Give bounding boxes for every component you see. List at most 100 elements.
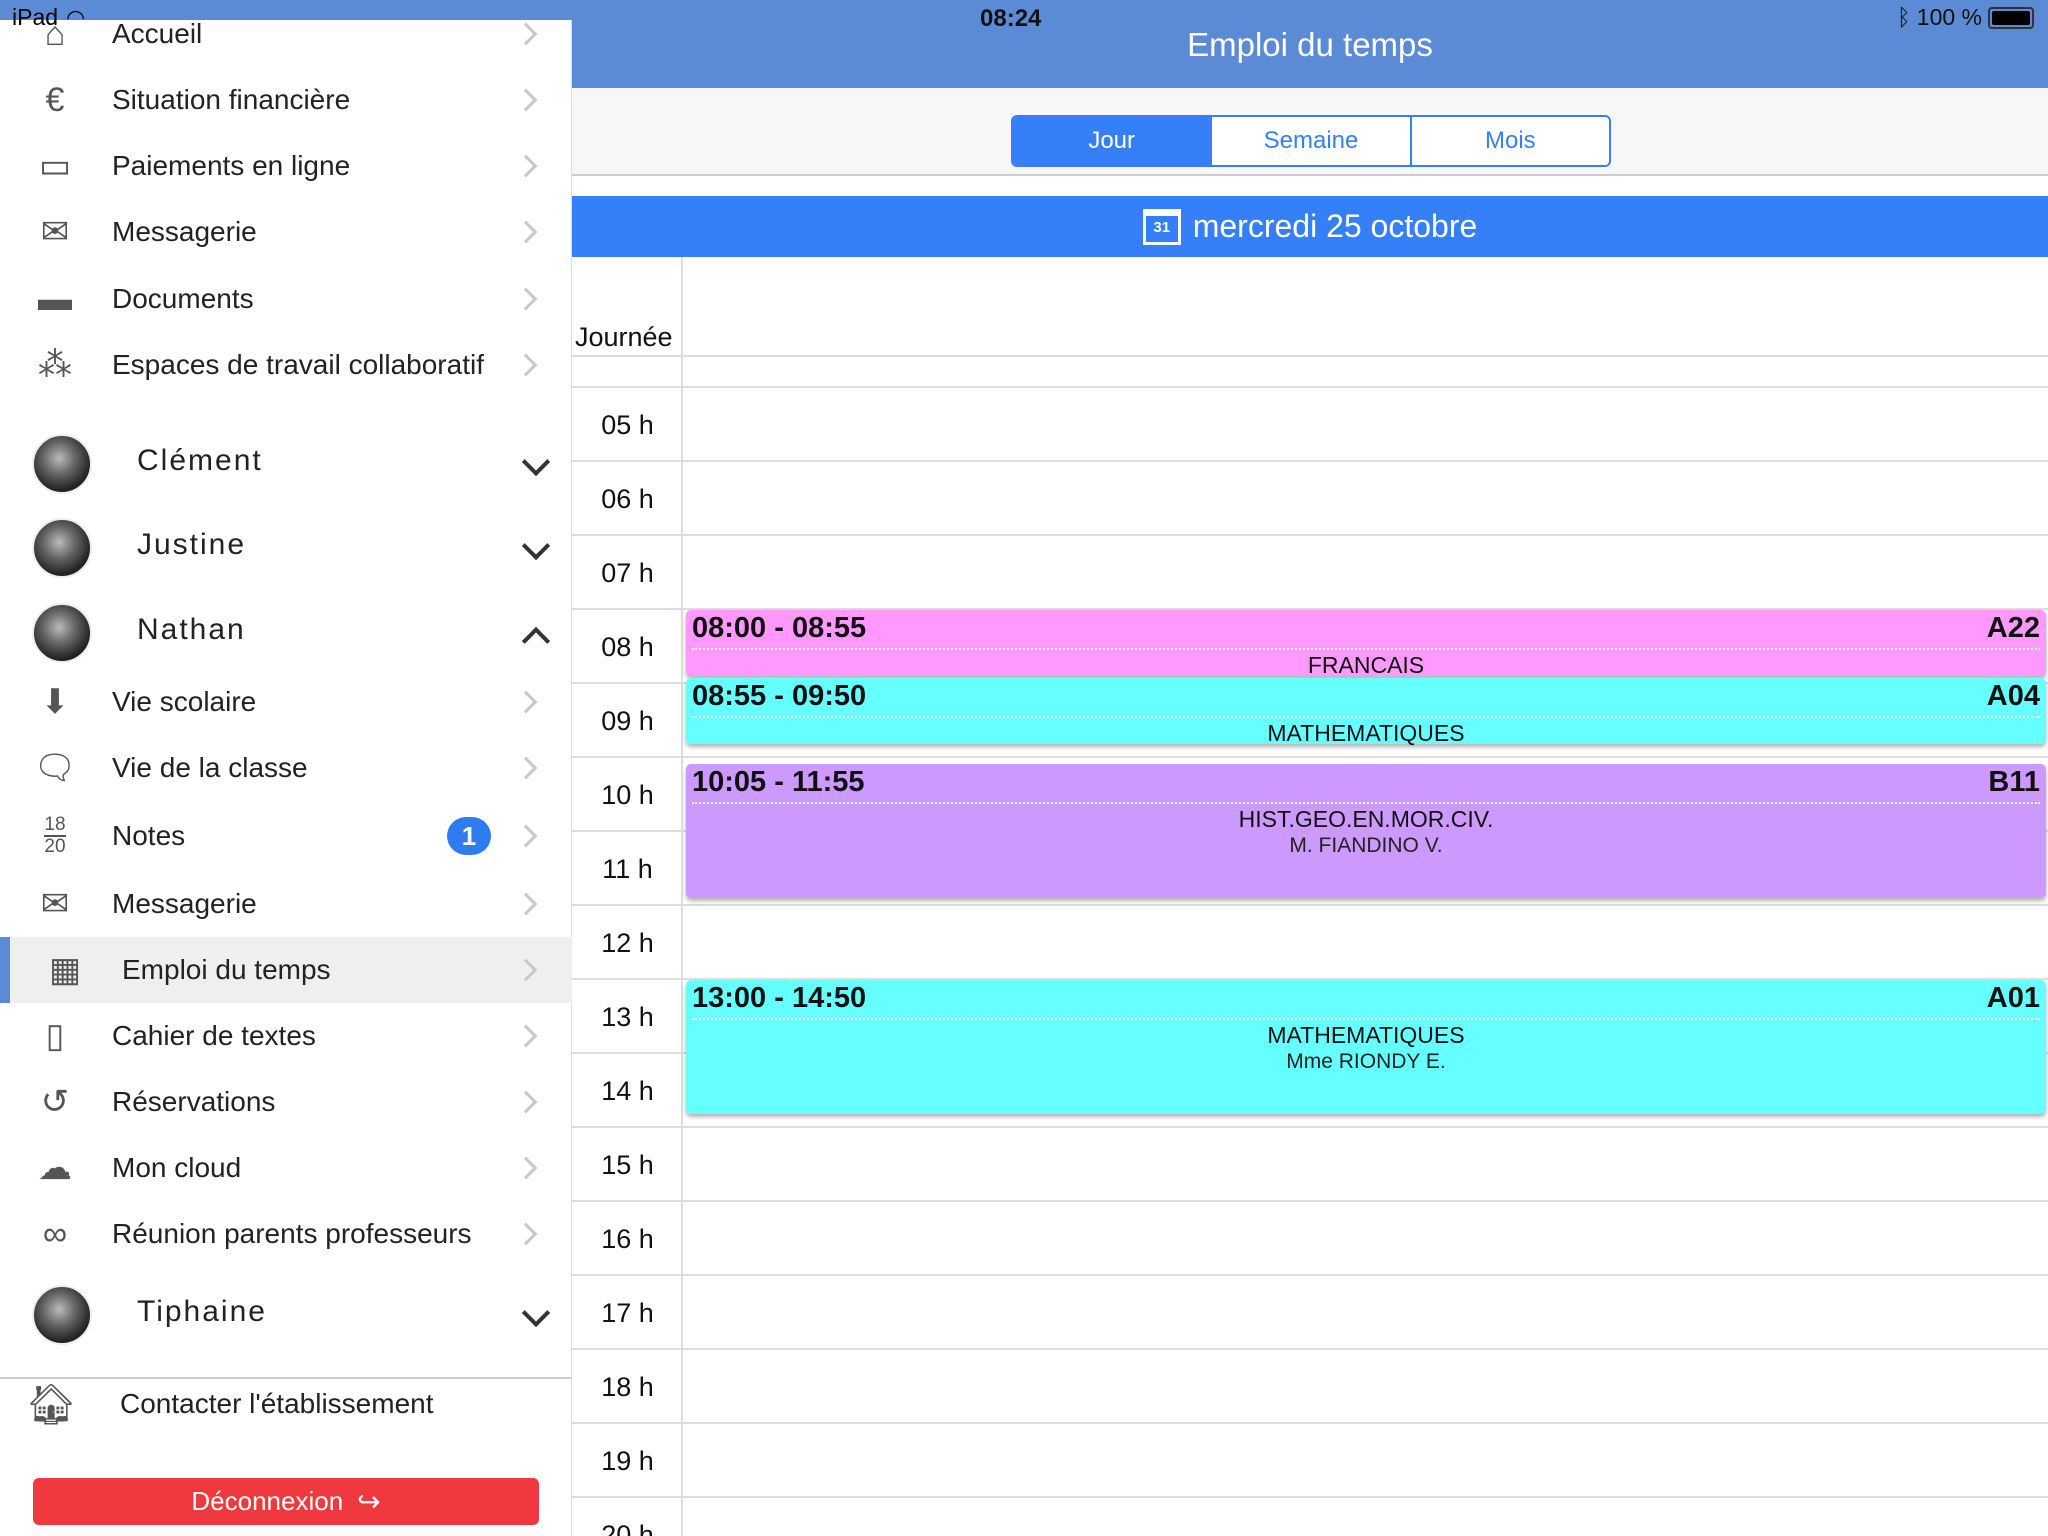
sidebar-item-label: Mon cloud (112, 1152, 242, 1183)
event-subject: HIST.GEO.EN.MOR.CIV. (1238, 806, 1494, 833)
sidebar-item-messagerie[interactable]: ✉ Messagerie (0, 871, 572, 937)
sidebar-item-vie-de-la-classe[interactable]: 🗨 Vie de la classe (0, 735, 572, 801)
tab-jour[interactable]: Jour (1013, 117, 1213, 165)
link-icon: ∞ (42, 1214, 68, 1253)
child-tiphaine[interactable]: Tiphaine (0, 1267, 572, 1351)
chevron-right-icon (514, 1222, 538, 1246)
date-header[interactable]: 31 mercredi 25 octobre (572, 196, 2048, 257)
chevron-right-icon (514, 22, 538, 46)
hour-label: 05 h (601, 410, 654, 440)
sidebar-item-accueil[interactable]: ⌂ Accueil (0, 1, 572, 67)
chevron-right-icon (514, 220, 538, 244)
child-clément[interactable]: Clément (0, 416, 572, 500)
cloud-icon: ☁ (38, 1149, 72, 1187)
hour-row: 15 h (572, 1128, 2048, 1202)
sidebar-item-label: Accueil (112, 18, 203, 49)
hour-label: 10 h (601, 780, 654, 810)
sidebar-item-label: Vie scolaire (112, 686, 257, 717)
status-left: iPad ◠ (12, 4, 85, 31)
avatar (32, 603, 92, 663)
wifi-icon: ◠ (66, 4, 86, 30)
divider (692, 1018, 2040, 1020)
divider (692, 802, 2040, 805)
stamp-icon: ⬇ (40, 683, 70, 721)
event-subject: FRANCAIS (1307, 652, 1425, 678)
sidebar-item-mon-cloud[interactable]: ☁ Mon cloud (0, 1135, 572, 1201)
child-justine[interactable]: Justine (0, 500, 572, 584)
sidebar-item-label: Messagerie (112, 888, 257, 919)
allday-row: Journée (572, 257, 2048, 357)
schedule-event[interactable]: 10:05 - 11:55 B11 HIST.GEO.EN.MOR.CIV. M. F… (686, 764, 2046, 898)
page-title: Emploi du temps (1187, 26, 1433, 63)
battery-percent: 100 % (1916, 4, 1982, 30)
logout-label: Déconnexion (191, 1486, 344, 1516)
hour-label: 07 h (601, 558, 654, 588)
event-time: 08:00 - 08:55 (692, 612, 867, 644)
schedule-event[interactable]: 13:00 - 14:50 A01 MATHEMATIQUES Mme RIONDY … (686, 980, 2046, 1114)
sidebar-item-paiements-en-ligne[interactable]: ▭ Paiements en ligne (0, 133, 572, 199)
sidebar-item-vie-scolaire[interactable]: ⬇ Vie scolaire (0, 669, 572, 735)
chevron-up-icon[interactable] (521, 626, 551, 656)
chevron-down-icon[interactable] (521, 447, 551, 477)
schedule-event[interactable]: 08:55 - 09:50 A04 MATHEMATIQUES (686, 677, 2046, 746)
view-segmented-control[interactable]: Jour Semaine Mois (1011, 115, 1611, 167)
hour-row: 06 h (572, 462, 2048, 536)
sidebar-item-espaces-de-travail-collaboratif[interactable]: ⁂ Espaces de travail collaboratif (0, 332, 572, 398)
hour-row: 07 h (572, 536, 2048, 610)
event-subject: MATHEMATIQUES (1267, 719, 1465, 746)
sidebar-item-emploi-du-temps[interactable]: ▦ Emploi du temps (0, 937, 572, 1003)
sidebar-item-label: Espaces de travail collaboratif (112, 349, 484, 380)
bluetooth-icon: ᛒ (1896, 4, 1911, 30)
event-room: A04 (1986, 679, 2040, 712)
sidebar-item-label: Emploi du temps (122, 954, 331, 985)
child-nathan[interactable]: Nathan (0, 585, 572, 669)
tab-semaine[interactable]: Semaine (1212, 117, 1412, 165)
chevron-right-icon (514, 892, 538, 916)
sign-out-icon: ↪ (357, 1486, 381, 1517)
envelope-icon: ✉ (40, 213, 70, 251)
hour-row: 17 h (572, 1276, 2048, 1350)
status-right: ᛒ 100 % (1897, 4, 2034, 31)
credit-card-icon: ▭ (38, 147, 72, 185)
sidebar-item-messagerie[interactable]: ✉ Messagerie (0, 199, 572, 265)
calendar-icon: ▦ (48, 951, 82, 989)
event-room: B11 (1988, 766, 2040, 799)
hour-label: 19 h (601, 1446, 654, 1476)
hour-label: 06 h (601, 484, 654, 514)
hour-label: 09 h (601, 706, 654, 736)
hour-row: 20 h (572, 1498, 2048, 1536)
sidebar-item-label: Notes (112, 820, 186, 851)
sidebar-item-r-union-parents-professeurs[interactable]: ∞ Réunion parents professeurs (0, 1201, 572, 1267)
chevron-down-icon[interactable] (521, 531, 551, 561)
hour-row: 05 h (572, 388, 2048, 462)
grade-fraction-icon: 18 20 (34, 815, 76, 857)
hour-row: 18 h (572, 1350, 2048, 1424)
hour-label: 17 h (601, 1298, 654, 1328)
chevron-right-icon (514, 287, 538, 311)
logout-button[interactable]: Déconnexion ↪ (33, 1478, 539, 1525)
divider (692, 715, 2040, 718)
sidebar-item-label: Messagerie (112, 216, 257, 247)
contact-school-button[interactable]: 🏠︎ Contacter l'établissement (0, 1371, 572, 1437)
event-time: 08:55 - 09:50 (692, 679, 867, 712)
sidebar-item-notes[interactable]: 18 20 Notes 1 (0, 803, 572, 869)
tab-mois[interactable]: Mois (1411, 117, 1609, 165)
event-time: 13:00 - 14:50 (692, 982, 867, 1014)
sidebar-item-documents[interactable]: ▬ Documents (0, 266, 572, 332)
icon-numerator: 18 (44, 814, 66, 837)
chevron-down-icon[interactable] (521, 1298, 551, 1328)
event-time: 10:05 - 11:55 (692, 766, 865, 799)
day-schedule-grid[interactable]: Journée 05 h 06 h 07 h 08 h 09 h 10 h 11 h 12 h… (572, 257, 2048, 1536)
hour-label: 15 h (601, 1150, 654, 1180)
sidebar-item-label: Réunion parents professeurs (112, 1218, 472, 1249)
sidebar-item-situation-financi-re[interactable]: € Situation financière (0, 67, 572, 133)
sidebar-item-label: Situation financière (112, 84, 351, 115)
schedule-event[interactable]: 08:00 - 08:55 A22 FRANCAIS (686, 610, 2046, 678)
sidebar: ⌂ Accueil € Situation financière ▭ Paiements … (0, 15, 572, 1536)
sidebar-item-r-servations[interactable]: ↺ Réservations (0, 1069, 572, 1135)
chevron-right-icon (514, 690, 538, 714)
status-time: 08:24 (980, 5, 1042, 32)
avatar (32, 434, 92, 494)
sidebar-item-cahier-de-textes[interactable]: ▯ Cahier de textes (0, 1003, 572, 1069)
main-content: Jour Semaine Mois 31 mercredi 25 octobre… (572, 88, 2048, 1536)
